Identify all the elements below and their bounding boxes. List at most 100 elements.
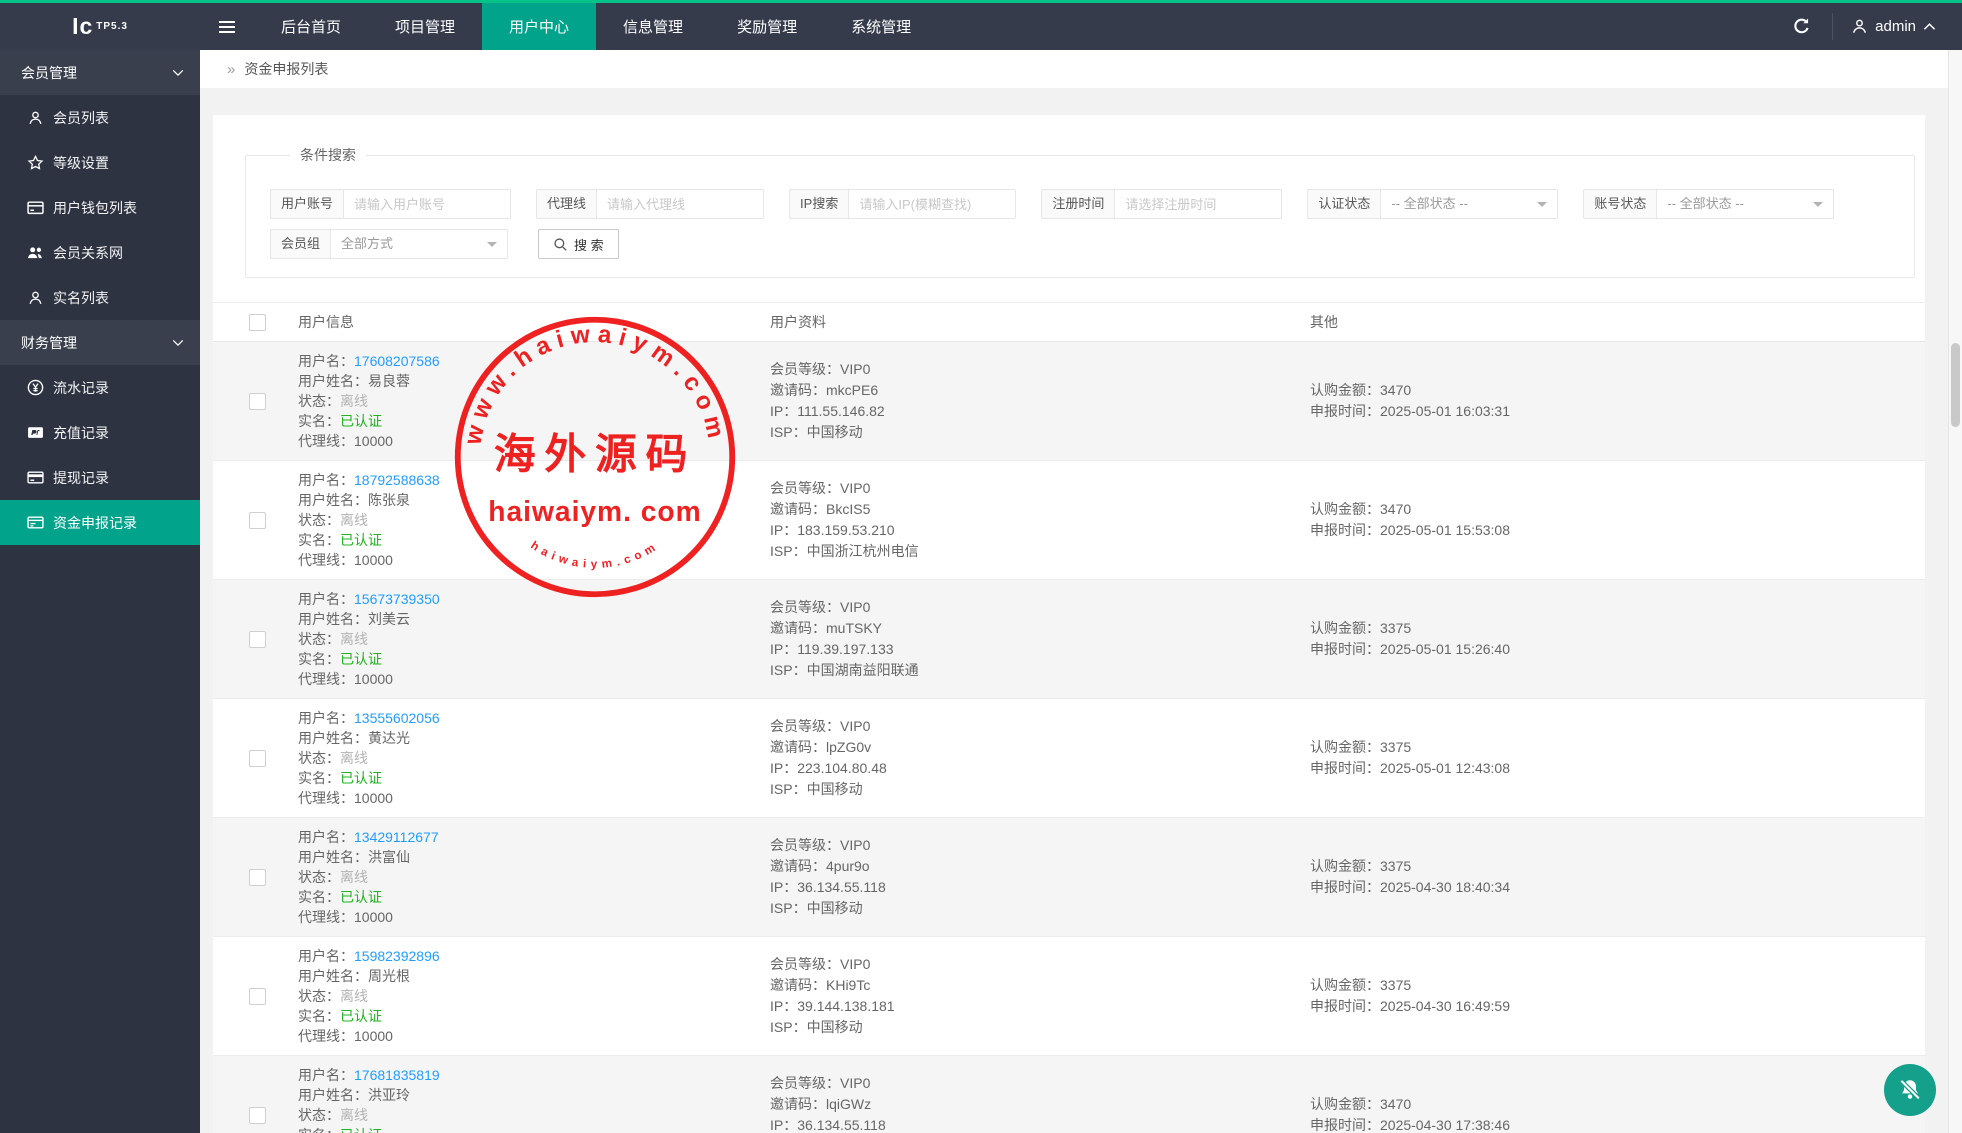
table-row: 用户名：15673739350用户姓名：刘美云状态：离线实名：已认证代理线：10… bbox=[213, 580, 1925, 699]
username-link[interactable]: 18792588638 bbox=[354, 472, 440, 488]
row-status: 状态：离线 bbox=[298, 748, 770, 768]
nav-item-3[interactable]: 用户中心 bbox=[482, 3, 596, 50]
row-agent-line: 代理线：10000 bbox=[298, 788, 770, 808]
row-checkbox[interactable] bbox=[249, 393, 266, 410]
username-link[interactable]: 17681835819 bbox=[354, 1067, 440, 1083]
row-username: 用户名：13429112677 bbox=[298, 827, 770, 847]
table-body: 用户名：17608207586用户姓名：易良蓉状态：离线实名：已认证代理线：10… bbox=[213, 342, 1925, 1133]
row-ip: IP：223.104.80.48 bbox=[770, 758, 1310, 779]
row-ip: IP：119.39.197.133 bbox=[770, 639, 1310, 660]
sidebar-item[interactable]: 会员列表 bbox=[0, 95, 200, 140]
sidebar-section-1[interactable]: 会员管理 bbox=[0, 50, 200, 95]
cell-user-data: 会员等级：VIP0邀请码：lpZG0vIP：223.104.80.48ISP：中… bbox=[770, 699, 1310, 817]
search-input[interactable] bbox=[848, 189, 1016, 219]
cell-user-info: 用户名：15673739350用户姓名：刘美云状态：离线实名：已认证代理线：10… bbox=[298, 580, 770, 698]
row-agent-line: 代理线：10000 bbox=[298, 431, 770, 451]
search-select[interactable]: -- 全部状态 -- bbox=[1656, 189, 1834, 219]
row-verified: 实名：已认证 bbox=[298, 1125, 770, 1133]
sidebar-item[interactable]: 提现记录 bbox=[0, 455, 200, 500]
search-input[interactable] bbox=[1114, 189, 1282, 219]
notification-mute-button[interactable] bbox=[1884, 1064, 1936, 1116]
sidebar-item[interactable]: 实名列表 bbox=[0, 275, 200, 320]
row-verified: 实名：已认证 bbox=[298, 649, 770, 669]
column-header-userinfo: 用户信息 bbox=[298, 303, 770, 341]
nav-item-4[interactable]: 信息管理 bbox=[596, 3, 710, 50]
table-row: 用户名：17681835819用户姓名：洪亚玲状态：离线实名：已认证代理线：10… bbox=[213, 1056, 1925, 1133]
scrollbar-thumb[interactable] bbox=[1951, 343, 1960, 427]
cell-other: 认购金额：3375申报时间：2025-04-30 16:49:59 bbox=[1310, 937, 1925, 1055]
row-isp: ISP：中国浙江杭州电信 bbox=[770, 541, 1310, 562]
row-report-time: 申报时间：2025-04-30 16:49:59 bbox=[1310, 996, 1925, 1017]
row-checkbox[interactable] bbox=[249, 750, 266, 767]
nav-item-2[interactable]: 项目管理 bbox=[368, 3, 482, 50]
cell-user-data: 会员等级：VIP0邀请码：muTSKYIP：119.39.197.133ISP：… bbox=[770, 580, 1310, 698]
nav-item-5[interactable]: 奖励管理 bbox=[710, 3, 824, 50]
admin-dropdown[interactable]: admin bbox=[1833, 3, 1962, 50]
magnifier-icon bbox=[553, 237, 568, 252]
content-card: 条件搜索 用户账号代理线IP搜索注册时间认证状态-- 全部状态 --账号状态--… bbox=[213, 115, 1925, 1133]
row-level: 会员等级：VIP0 bbox=[770, 597, 1310, 618]
search-field-label: IP搜索 bbox=[789, 189, 848, 219]
row-status: 状态：离线 bbox=[298, 986, 770, 1006]
search-input[interactable] bbox=[343, 189, 511, 219]
username-link[interactable]: 15673739350 bbox=[354, 591, 440, 607]
sidebar-section-2[interactable]: 财务管理 bbox=[0, 320, 200, 365]
search-row-2: 会员组全部方式搜 索 bbox=[270, 229, 1914, 259]
sidebar-item[interactable]: 用户钱包列表 bbox=[0, 185, 200, 230]
cell-user-info: 用户名：13555602056用户姓名：黄达光状态：离线实名：已认证代理线：10… bbox=[298, 699, 770, 817]
username-link[interactable]: 15982392896 bbox=[354, 948, 440, 964]
navbar-right: admin bbox=[1770, 3, 1962, 50]
sidebar-item[interactable]: 充值记录 bbox=[0, 410, 200, 455]
search-row-1: 用户账号代理线IP搜索注册时间认证状态-- 全部状态 --账号状态-- 全部状态… bbox=[270, 189, 1914, 219]
table-row: 用户名：18792588638用户姓名：陈张泉状态：离线实名：已认证代理线：10… bbox=[213, 461, 1925, 580]
top-navbar: IcTP5.3 后台首页项目管理用户中心信息管理奖励管理系统管理 admin bbox=[0, 0, 1962, 50]
row-checkbox[interactable] bbox=[249, 512, 266, 529]
hamburger-bars bbox=[219, 21, 235, 33]
row-amount: 认购金额：3375 bbox=[1310, 737, 1925, 758]
search-group: 注册时间 bbox=[1041, 189, 1282, 219]
wallet-icon bbox=[27, 199, 44, 216]
chevron-down-icon bbox=[172, 69, 184, 77]
vertical-scrollbar[interactable] bbox=[1948, 50, 1962, 1133]
row-realname: 用户姓名：洪亚玲 bbox=[298, 1085, 770, 1105]
row-report-time: 申报时间：2025-05-01 15:53:08 bbox=[1310, 520, 1925, 541]
select-all-checkbox[interactable] bbox=[249, 314, 266, 331]
refresh-button[interactable] bbox=[1770, 3, 1832, 50]
sidebar-item[interactable]: 会员关系网 bbox=[0, 230, 200, 275]
row-level: 会员等级：VIP0 bbox=[770, 1073, 1310, 1094]
card-icon bbox=[27, 469, 44, 486]
row-checkbox[interactable] bbox=[249, 988, 266, 1005]
row-isp: ISP：中国湖南益阳联通 bbox=[770, 660, 1310, 681]
nav-item-1[interactable]: 后台首页 bbox=[254, 3, 368, 50]
username-link[interactable]: 13429112677 bbox=[354, 829, 439, 845]
row-level: 会员等级：VIP0 bbox=[770, 835, 1310, 856]
sidebar-item[interactable]: 资金申报记录 bbox=[0, 500, 200, 545]
user-icon bbox=[1851, 18, 1868, 35]
row-realname: 用户姓名：黄达光 bbox=[298, 728, 770, 748]
sidebar-item[interactable]: 等级设置 bbox=[0, 140, 200, 185]
search-group: 账号状态-- 全部状态 -- bbox=[1583, 189, 1834, 219]
row-checkbox[interactable] bbox=[249, 1107, 266, 1124]
username-link[interactable]: 17608207586 bbox=[354, 353, 440, 369]
search-select[interactable]: -- 全部状态 -- bbox=[1380, 189, 1558, 219]
sidebar-item-label: 用户钱包列表 bbox=[53, 198, 137, 218]
row-amount: 认购金额：3375 bbox=[1310, 856, 1925, 877]
search-select[interactable]: 全部方式 bbox=[330, 229, 508, 259]
row-verified: 实名：已认证 bbox=[298, 887, 770, 907]
row-report-time: 申报时间：2025-04-30 18:40:34 bbox=[1310, 877, 1925, 898]
cell-other: 认购金额：3375申报时间：2025-04-30 18:40:34 bbox=[1310, 818, 1925, 936]
hamburger-menu-icon[interactable] bbox=[200, 3, 254, 50]
nav-item-6[interactable]: 系统管理 bbox=[824, 3, 938, 50]
sidebar-item[interactable]: 流水记录 bbox=[0, 365, 200, 410]
row-isp: ISP：中国移动 bbox=[770, 898, 1310, 919]
row-status: 状态：离线 bbox=[298, 391, 770, 411]
search-button[interactable]: 搜 索 bbox=[538, 229, 619, 259]
search-input[interactable] bbox=[596, 189, 764, 219]
search-field-label: 认证状态 bbox=[1307, 189, 1380, 219]
row-isp: ISP：中国移动 bbox=[770, 422, 1310, 443]
search-field-label: 用户账号 bbox=[270, 189, 343, 219]
row-checkbox[interactable] bbox=[249, 869, 266, 886]
username-link[interactable]: 13555602056 bbox=[354, 710, 440, 726]
row-checkbox[interactable] bbox=[249, 631, 266, 648]
row-invite-code: 邀请码：BkcIS5 bbox=[770, 499, 1310, 520]
